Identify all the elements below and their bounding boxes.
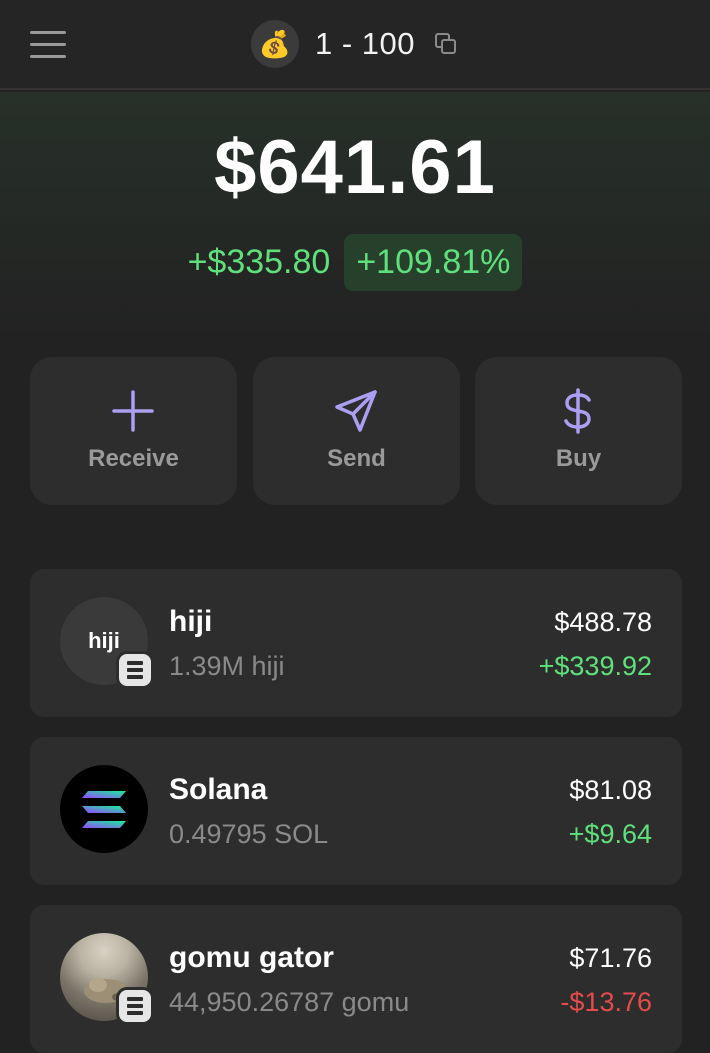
balance-section: $641.61 +$335.80 +109.81% (0, 92, 710, 342)
token-amount: 44,950.26787 gomu (169, 987, 410, 1017)
solana-chain-badge-icon (116, 987, 154, 1025)
solana-logo-icon (60, 765, 148, 853)
token-name: gomu gator (169, 941, 334, 974)
send-button[interactable]: Send (253, 357, 460, 505)
account-avatar: 💰 (251, 20, 299, 68)
token-change: +$339.92 (538, 651, 652, 681)
token-value: $81.08 (569, 775, 652, 805)
send-icon (335, 390, 377, 432)
buy-button[interactable]: Buy (475, 357, 682, 505)
dollar-icon (564, 388, 591, 434)
token-name: Solana (169, 773, 268, 806)
token-change: +$9.64 (568, 819, 652, 849)
balance-change-amount: +$335.80 (187, 243, 331, 281)
receive-label: Receive (88, 445, 179, 472)
hamburger-menu-icon[interactable] (30, 28, 66, 60)
token-change: -$13.76 (560, 987, 652, 1017)
buy-label: Buy (555, 445, 602, 472)
money-bag-icon: 💰 (258, 28, 292, 59)
plus-icon (112, 390, 154, 432)
receive-button[interactable]: Receive (30, 357, 237, 505)
account-selector[interactable]: 💰 1 - 100 (251, 20, 459, 68)
token-value: $71.76 (569, 943, 652, 973)
action-buttons: Receive Send Buy (30, 357, 682, 505)
balance-change-percent-badge: +109.81% (344, 234, 523, 291)
token-amount: 0.49795 SOL (169, 819, 329, 849)
balance-change-row: +$335.80 +109.81% (0, 234, 710, 291)
token-amount: 1.39M hiji (169, 651, 285, 681)
token-value: $488.78 (554, 607, 652, 637)
total-balance: $641.61 (214, 125, 496, 210)
solana-chain-badge-icon (116, 651, 154, 689)
top-bar: 💰 1 - 100 (0, 0, 710, 90)
token-row-hiji[interactable]: hiji hiji 1.39M hiji $488.78 +$339.92 (30, 569, 682, 717)
hiji-logo-text: hiji (88, 628, 120, 653)
copy-icon[interactable] (433, 31, 459, 57)
send-label: Send (327, 445, 386, 472)
account-name: 1 - 100 (315, 26, 416, 61)
token-row-solana[interactable]: Solana 0.49795 SOL $81.08 +$9.64 (30, 737, 682, 885)
token-row-gomu-gator[interactable]: gomu gator 44,950.26787 gomu $71.76 -$13… (30, 905, 682, 1053)
token-name: hiji (169, 605, 213, 638)
